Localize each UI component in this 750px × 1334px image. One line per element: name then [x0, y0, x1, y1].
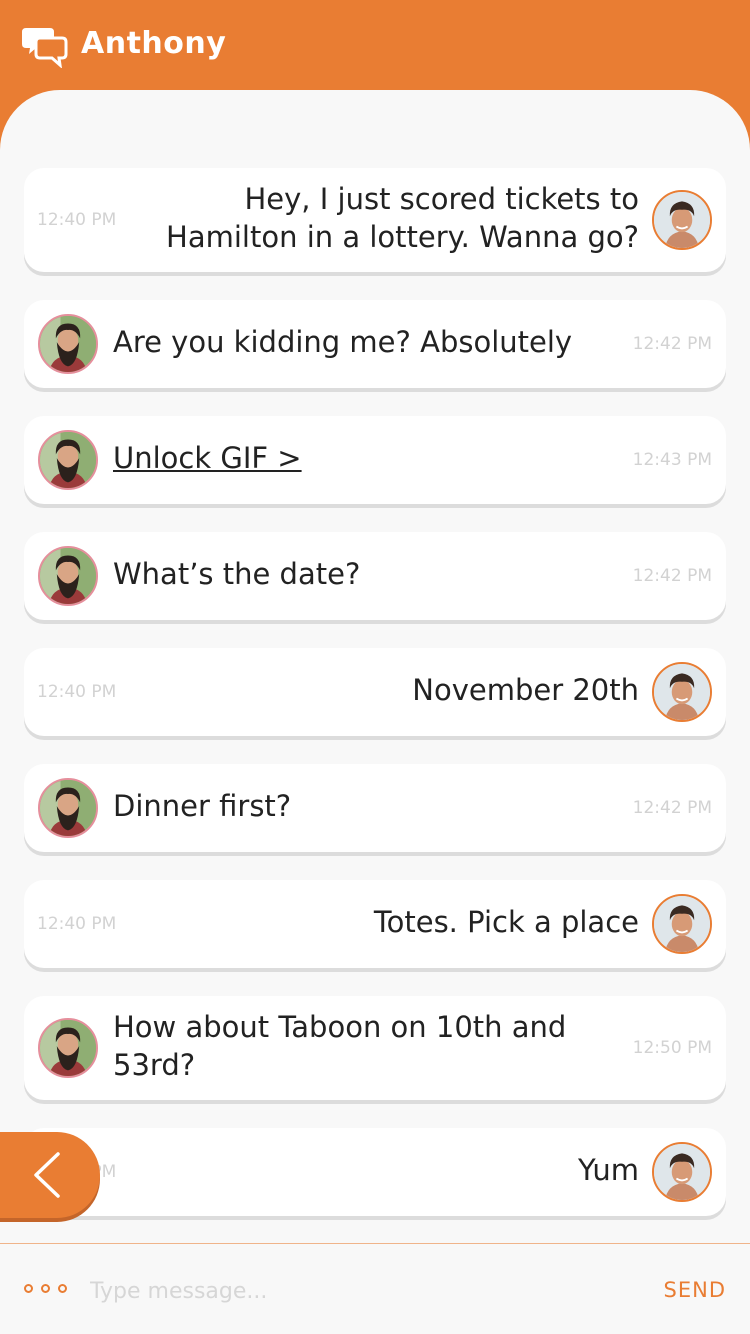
message-text: How about Taboon on 10th and 53rd? — [113, 1010, 567, 1082]
message-timestamp: 12:40 PM — [37, 914, 117, 934]
more-dots-icon[interactable] — [24, 1284, 68, 1294]
contact-avatar[interactable] — [38, 314, 98, 374]
message-text: Dinner first? — [113, 789, 292, 823]
received-message[interactable]: 12:42 PM Dinner first? — [24, 764, 726, 852]
my-avatar[interactable] — [652, 190, 712, 250]
chat-bubbles-icon — [22, 28, 68, 68]
contact-name: Anthony — [81, 26, 227, 61]
contact-avatar[interactable] — [38, 1018, 98, 1078]
received-message[interactable]: 12:50 PM How about Taboon on 10th and 53r… — [24, 996, 726, 1100]
sent-message[interactable]: 12:40 PMYum — [24, 1128, 726, 1216]
message-timestamp: 12:40 PM — [37, 210, 117, 230]
back-button[interactable] — [0, 1132, 100, 1218]
sent-message[interactable]: 12:40 PM Hey, I just scored tickets to Ha… — [24, 168, 726, 272]
message-timestamp: 12:43 PM — [632, 450, 712, 470]
message-text: What’s the date? — [113, 557, 361, 591]
message-composer: SEND — [0, 1243, 750, 1334]
sent-message[interactable]: 12:40 PM November 20th — [24, 648, 726, 736]
message-text: Totes. Pick a place — [373, 905, 639, 939]
message-timestamp: 12:42 PM — [632, 566, 712, 586]
unlock-gif-link[interactable]: Unlock GIF > — [113, 439, 302, 477]
send-button[interactable]: SEND — [664, 1278, 726, 1302]
my-avatar[interactable] — [652, 894, 712, 954]
message-timestamp: 12:42 PM — [632, 334, 712, 354]
message-text: Yum — [577, 1153, 639, 1187]
message-text: Are you kidding me? Absolutely — [113, 325, 573, 359]
message-timestamp: 12:50 PM — [632, 1038, 712, 1058]
sent-message[interactable]: 12:40 PM Totes. Pick a place — [24, 880, 726, 968]
message-input[interactable] — [90, 1274, 610, 1308]
chevron-left-icon — [34, 1152, 60, 1198]
received-message[interactable]: 12:42 PM What’s the date? — [24, 532, 726, 620]
message-text: November 20th — [412, 673, 639, 707]
received-message[interactable]: 12:42 PM Are you kidding me? Absolutely — [24, 300, 726, 388]
contact-avatar[interactable] — [38, 430, 98, 490]
my-avatar[interactable] — [652, 1142, 712, 1202]
received-message[interactable]: 12:43 PM Unlock GIF > — [24, 416, 726, 504]
message-timestamp: 12:40 PM — [37, 682, 117, 702]
contact-avatar[interactable] — [38, 778, 98, 838]
message-text: Hey, I just scored tickets to Hamilton i… — [166, 182, 639, 254]
contact-avatar[interactable] — [38, 546, 98, 606]
message-timestamp: 12:42 PM — [632, 798, 712, 818]
my-avatar[interactable] — [652, 662, 712, 722]
